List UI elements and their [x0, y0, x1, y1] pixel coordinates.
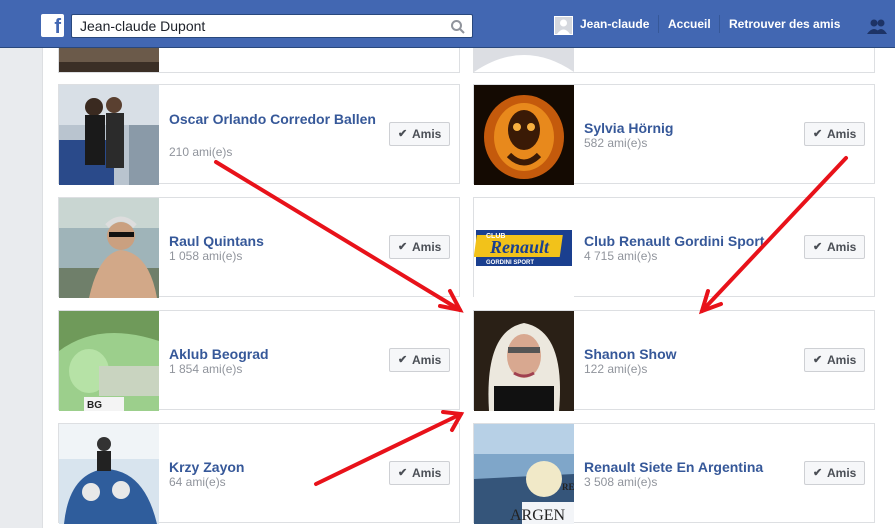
check-icon: ✔	[398, 354, 408, 366]
search-icon[interactable]	[450, 19, 466, 35]
thumb-text-top: RENA	[562, 482, 574, 492]
friend-name[interactable]: Oscar Orlando Corredor Ballen	[169, 111, 379, 128]
check-icon: ✔	[398, 467, 408, 479]
amis-button[interactable]: ✔ Amis	[804, 235, 865, 259]
friend-photo[interactable]	[59, 198, 159, 298]
nav-home-link[interactable]: Accueil	[668, 17, 711, 31]
friend-card: Krzy Zayon 64 ami(e)s ✔ Amis	[58, 423, 460, 524]
friend-name[interactable]: Shanon Show	[584, 346, 794, 363]
amis-button[interactable]: ✔ Amis	[804, 122, 865, 146]
friend-photo[interactable]	[59, 424, 159, 524]
amis-button[interactable]: ✔ Amis	[804, 461, 865, 485]
amis-button[interactable]: ✔ Amis	[389, 348, 450, 372]
friend-name[interactable]: Raul Quintans	[169, 233, 379, 250]
nav-divider	[658, 15, 659, 33]
friend-card: Sylvia Hörnig 582 ami(e)s ✔ Amis	[473, 84, 875, 185]
friend-card: Raul Quintans 1 058 ami(e)s ✔ Amis	[58, 197, 460, 298]
amis-button[interactable]: ✔ Amis	[804, 348, 865, 372]
nav-find-friends-link[interactable]: Retrouver des amis	[729, 17, 840, 31]
amis-button[interactable]: ✔ Amis	[389, 235, 450, 259]
friend-card-partial	[473, 48, 875, 73]
friend-count[interactable]: 582 ami(e)s	[584, 136, 647, 150]
nav-user-name[interactable]: Jean-claude	[580, 17, 649, 31]
top-navigation-bar: f Jean-claude Dupont Jean-claude Accueil…	[0, 0, 895, 48]
facebook-logo-icon[interactable]: f	[41, 14, 64, 38]
friend-photo[interactable]: RENA ARGEN	[474, 424, 574, 524]
friend-card: RENA ARGEN Renault Siete En Argentina 3 …	[473, 423, 875, 524]
license-plate-text: BG	[87, 400, 102, 411]
friend-count[interactable]: 4 715 ami(e)s	[584, 249, 657, 263]
check-icon: ✔	[398, 241, 408, 253]
check-icon: ✔	[813, 241, 823, 253]
friend-count[interactable]: 1 058 ami(e)s	[169, 249, 242, 263]
check-icon: ✔	[813, 128, 823, 140]
check-icon: ✔	[813, 467, 823, 479]
friend-photo[interactable]	[59, 85, 159, 185]
friend-name[interactable]: Club Renault Gordini Sport	[584, 233, 794, 250]
friend-name[interactable]: Renault Siete En Argentina	[584, 459, 794, 476]
friend-name[interactable]: Krzy Zayon	[169, 459, 379, 476]
amis-button[interactable]: ✔ Amis	[389, 461, 450, 485]
friend-photo[interactable]	[59, 48, 159, 72]
default-avatar[interactable]	[474, 48, 574, 72]
club-logo-sub: GORDINI SPORT	[486, 260, 534, 266]
friend-requests-icon[interactable]	[866, 18, 888, 34]
friend-count[interactable]: 210 ami(e)s	[169, 145, 232, 159]
thumb-text-bottom: ARGEN	[510, 507, 566, 524]
check-icon: ✔	[813, 354, 823, 366]
club-renault-logo[interactable]: CLUB Renault GORDINI SPORT	[474, 198, 574, 298]
friend-count[interactable]: 1 854 ami(e)s	[169, 362, 242, 376]
friend-photo[interactable]	[474, 311, 574, 411]
friend-card: Oscar Orlando Corredor Ballen 210 ami(e)…	[58, 84, 460, 185]
search-input-value[interactable]: Jean-claude Dupont	[80, 18, 205, 34]
amis-button[interactable]: ✔ Amis	[389, 122, 450, 146]
friend-count[interactable]: 64 ami(e)s	[169, 475, 226, 489]
friend-name[interactable]: Aklub Beograd	[169, 346, 379, 363]
friend-count[interactable]: 3 508 ami(e)s	[584, 475, 657, 489]
friend-photo[interactable]	[474, 85, 574, 185]
friends-list-page: Oscar Orlando Corredor Ballen 210 ami(e)…	[42, 48, 895, 528]
friend-name[interactable]: Sylvia Hörnig	[584, 120, 794, 137]
friend-card: BG Aklub Beograd 1 854 ami(e)s ✔ Amis	[58, 310, 460, 411]
friend-card: CLUB Renault GORDINI SPORT Club Renault …	[473, 197, 875, 298]
friend-card: Shanon Show 122 ami(e)s ✔ Amis	[473, 310, 875, 411]
search-input[interactable]: Jean-claude Dupont	[71, 14, 473, 38]
club-logo-brand: Renault	[489, 237, 550, 257]
user-avatar[interactable]	[554, 16, 573, 35]
check-icon: ✔	[398, 128, 408, 140]
nav-divider	[719, 15, 720, 33]
friend-count[interactable]: 122 ami(e)s	[584, 362, 647, 376]
friend-photo[interactable]: BG	[59, 311, 159, 411]
friend-card-partial	[58, 48, 460, 73]
